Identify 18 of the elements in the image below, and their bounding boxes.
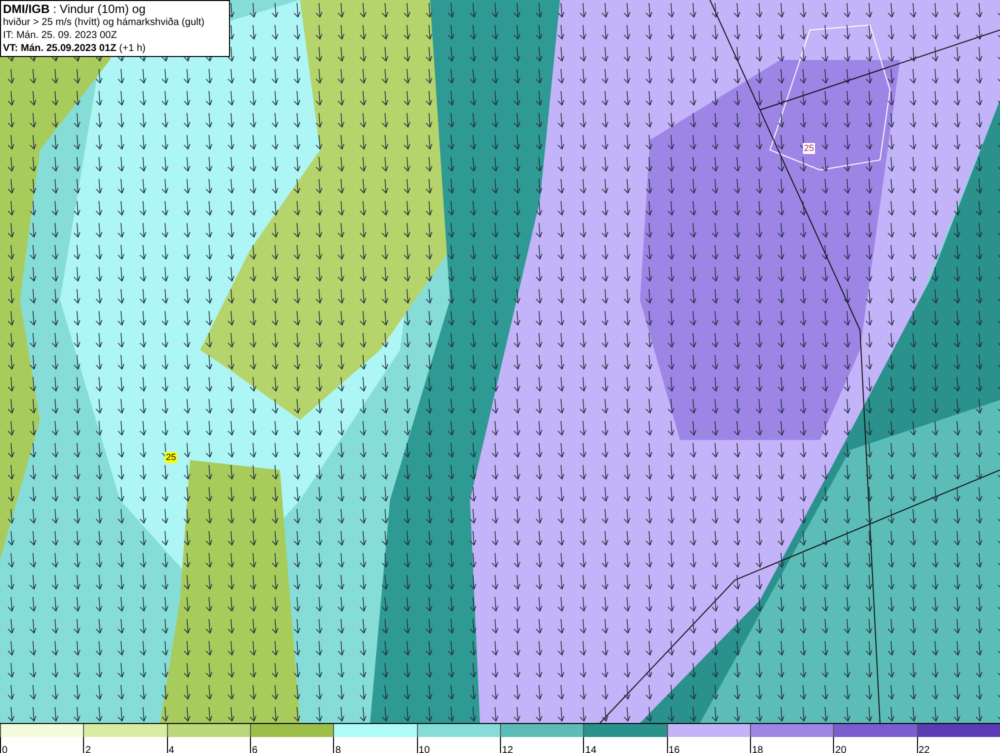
info-text: IT: Mán. 25. 09. 2023 00Z	[3, 29, 118, 42]
legend-label: 16	[668, 745, 680, 753]
legend-label: 18	[752, 745, 764, 753]
legend-label: 12	[502, 745, 514, 753]
legend-label: 4	[168, 745, 174, 753]
info-text: DMI/IGB : Vindur (10m) og	[3, 2, 146, 16]
legend-label: 22	[918, 745, 930, 753]
legend-label: 2	[85, 745, 91, 753]
contour-label: 25	[165, 452, 178, 463]
legend-label: 14	[585, 745, 596, 753]
contour-label: 25	[803, 143, 816, 154]
legend-label: 20	[835, 745, 846, 753]
legend-label: 8	[335, 745, 341, 753]
legend-label: 0	[2, 745, 8, 753]
legend-label: 10	[418, 745, 430, 753]
info-text: hviður > 25 m/s (hvítt) og hámarkshviða (gult)	[3, 16, 206, 29]
info-text: VT: Mán. 25.09.2023 01Z (+1 h)	[3, 42, 147, 55]
legend-label: 6	[252, 745, 258, 753]
